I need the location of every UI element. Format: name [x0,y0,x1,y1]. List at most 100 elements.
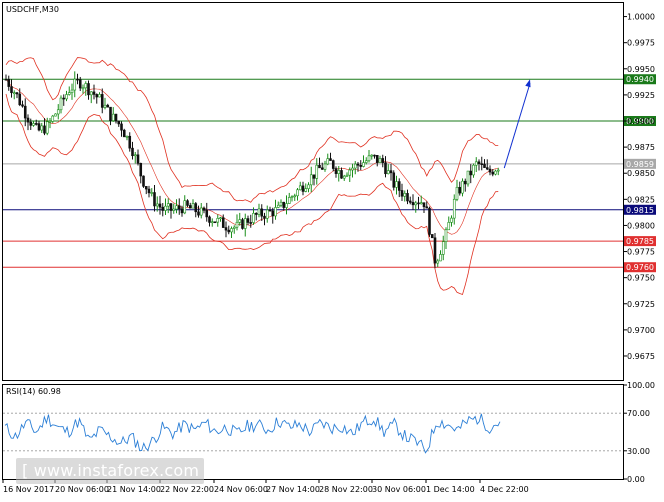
bull-candle [309,174,313,186]
time-tick-label: 24 Nov 06:00 [214,485,268,494]
bear-candle [205,210,209,218]
bull-candle [362,162,365,167]
bull-candle [370,154,374,157]
bull-candle [51,115,55,122]
bull-candle [243,218,247,229]
bull-candle [403,193,407,197]
rsi-tick-label: 100.00 [627,381,655,390]
bear-candle [433,237,437,264]
bull-candle [183,200,187,214]
bull-candle [436,260,440,264]
bull-candle [125,135,129,138]
bull-candle [439,254,442,262]
bull-candle [386,170,390,175]
bear-candle [375,155,379,163]
bull-candle [199,207,203,216]
bull-candle [98,94,101,98]
bear-candle [15,92,19,95]
bear-candle [392,172,396,188]
bull-candle [32,123,35,126]
bear-candle [389,170,393,174]
bull-candle [364,160,368,163]
bull-candle [496,169,500,172]
bear-candle [334,168,338,174]
bear-candle [131,147,134,157]
bear-candle [147,188,151,194]
bear-candle [340,170,343,179]
bear-candle [331,160,335,169]
bull-candle [298,185,302,191]
time-tick-label: 30 Nov 06:00 [372,485,426,494]
bull-candle [235,221,239,228]
bull-candle [315,164,319,179]
bear-candle [153,192,156,207]
bull-candle [466,170,470,185]
bull-candle [150,192,154,194]
bear-candle [180,208,184,214]
bull-candle [265,209,269,219]
bear-candle [186,200,189,206]
bear-candle [458,186,462,194]
bear-candle [117,120,121,125]
bear-candle [425,206,429,209]
bull-candle [230,228,233,233]
bull-candle [290,196,294,198]
bull-candle [276,204,280,208]
bear-candle [43,125,46,134]
bear-candle [202,207,206,211]
bear-candle [254,212,258,215]
bear-candle [428,207,431,235]
bull-candle [326,158,330,165]
bear-candle [29,121,33,126]
bull-candle [307,184,310,189]
price-tick-label: 0.9750 [627,274,655,283]
bull-candle [191,203,195,209]
bear-candle [249,222,253,224]
price-tick-label: 0.9900 [627,117,655,126]
bear-candle [26,117,30,123]
bull-candle [378,158,382,163]
bull-candle [252,212,255,223]
bear-candle [76,78,79,81]
bear-candle [417,202,420,205]
bear-candle [34,123,38,125]
bull-candle [455,186,459,200]
bull-candle [342,175,346,179]
bull-candle [210,221,214,224]
level-label: 0.9815 [626,206,654,215]
rsi-tick-label: 70.00 [627,409,650,418]
bull-candle [166,203,170,207]
bear-candle [329,158,332,161]
rsi-tick-label: 30.00 [627,447,650,456]
bull-candle [216,218,220,223]
bull-candle [447,222,451,231]
chart-canvas: 0.9940 0.9900 0.9859 0.9815 0.9785 0.9760 100… [0,0,664,498]
forex-chart: 0.9940 0.9900 0.9859 0.9815 0.9785 0.9760 100… [0,0,664,498]
bear-candle [122,129,126,138]
bear-candle [271,210,275,217]
bear-candle [260,208,264,217]
bear-candle [188,205,192,209]
bull-candle [345,174,349,177]
bull-candle [164,205,167,211]
bear-candle [95,94,99,98]
bear-candle [397,181,401,191]
bull-candle [494,170,497,175]
bear-candle [197,211,200,216]
bull-candle [450,217,453,223]
bull-candle [89,91,93,96]
bear-candle [23,105,27,119]
bull-candle [65,94,68,100]
rsi-label: RSI(14) 60.98 [6,387,61,396]
bear-candle [144,186,148,190]
bear-candle [92,91,96,95]
bull-candle [367,155,371,162]
bear-candle [488,168,492,173]
bear-candle [213,221,217,224]
bear-candle [18,93,22,106]
bull-candle [452,198,456,219]
bear-candle [114,113,118,122]
bear-candle [246,218,250,223]
bull-candle [54,113,57,117]
bull-candle [444,229,448,242]
